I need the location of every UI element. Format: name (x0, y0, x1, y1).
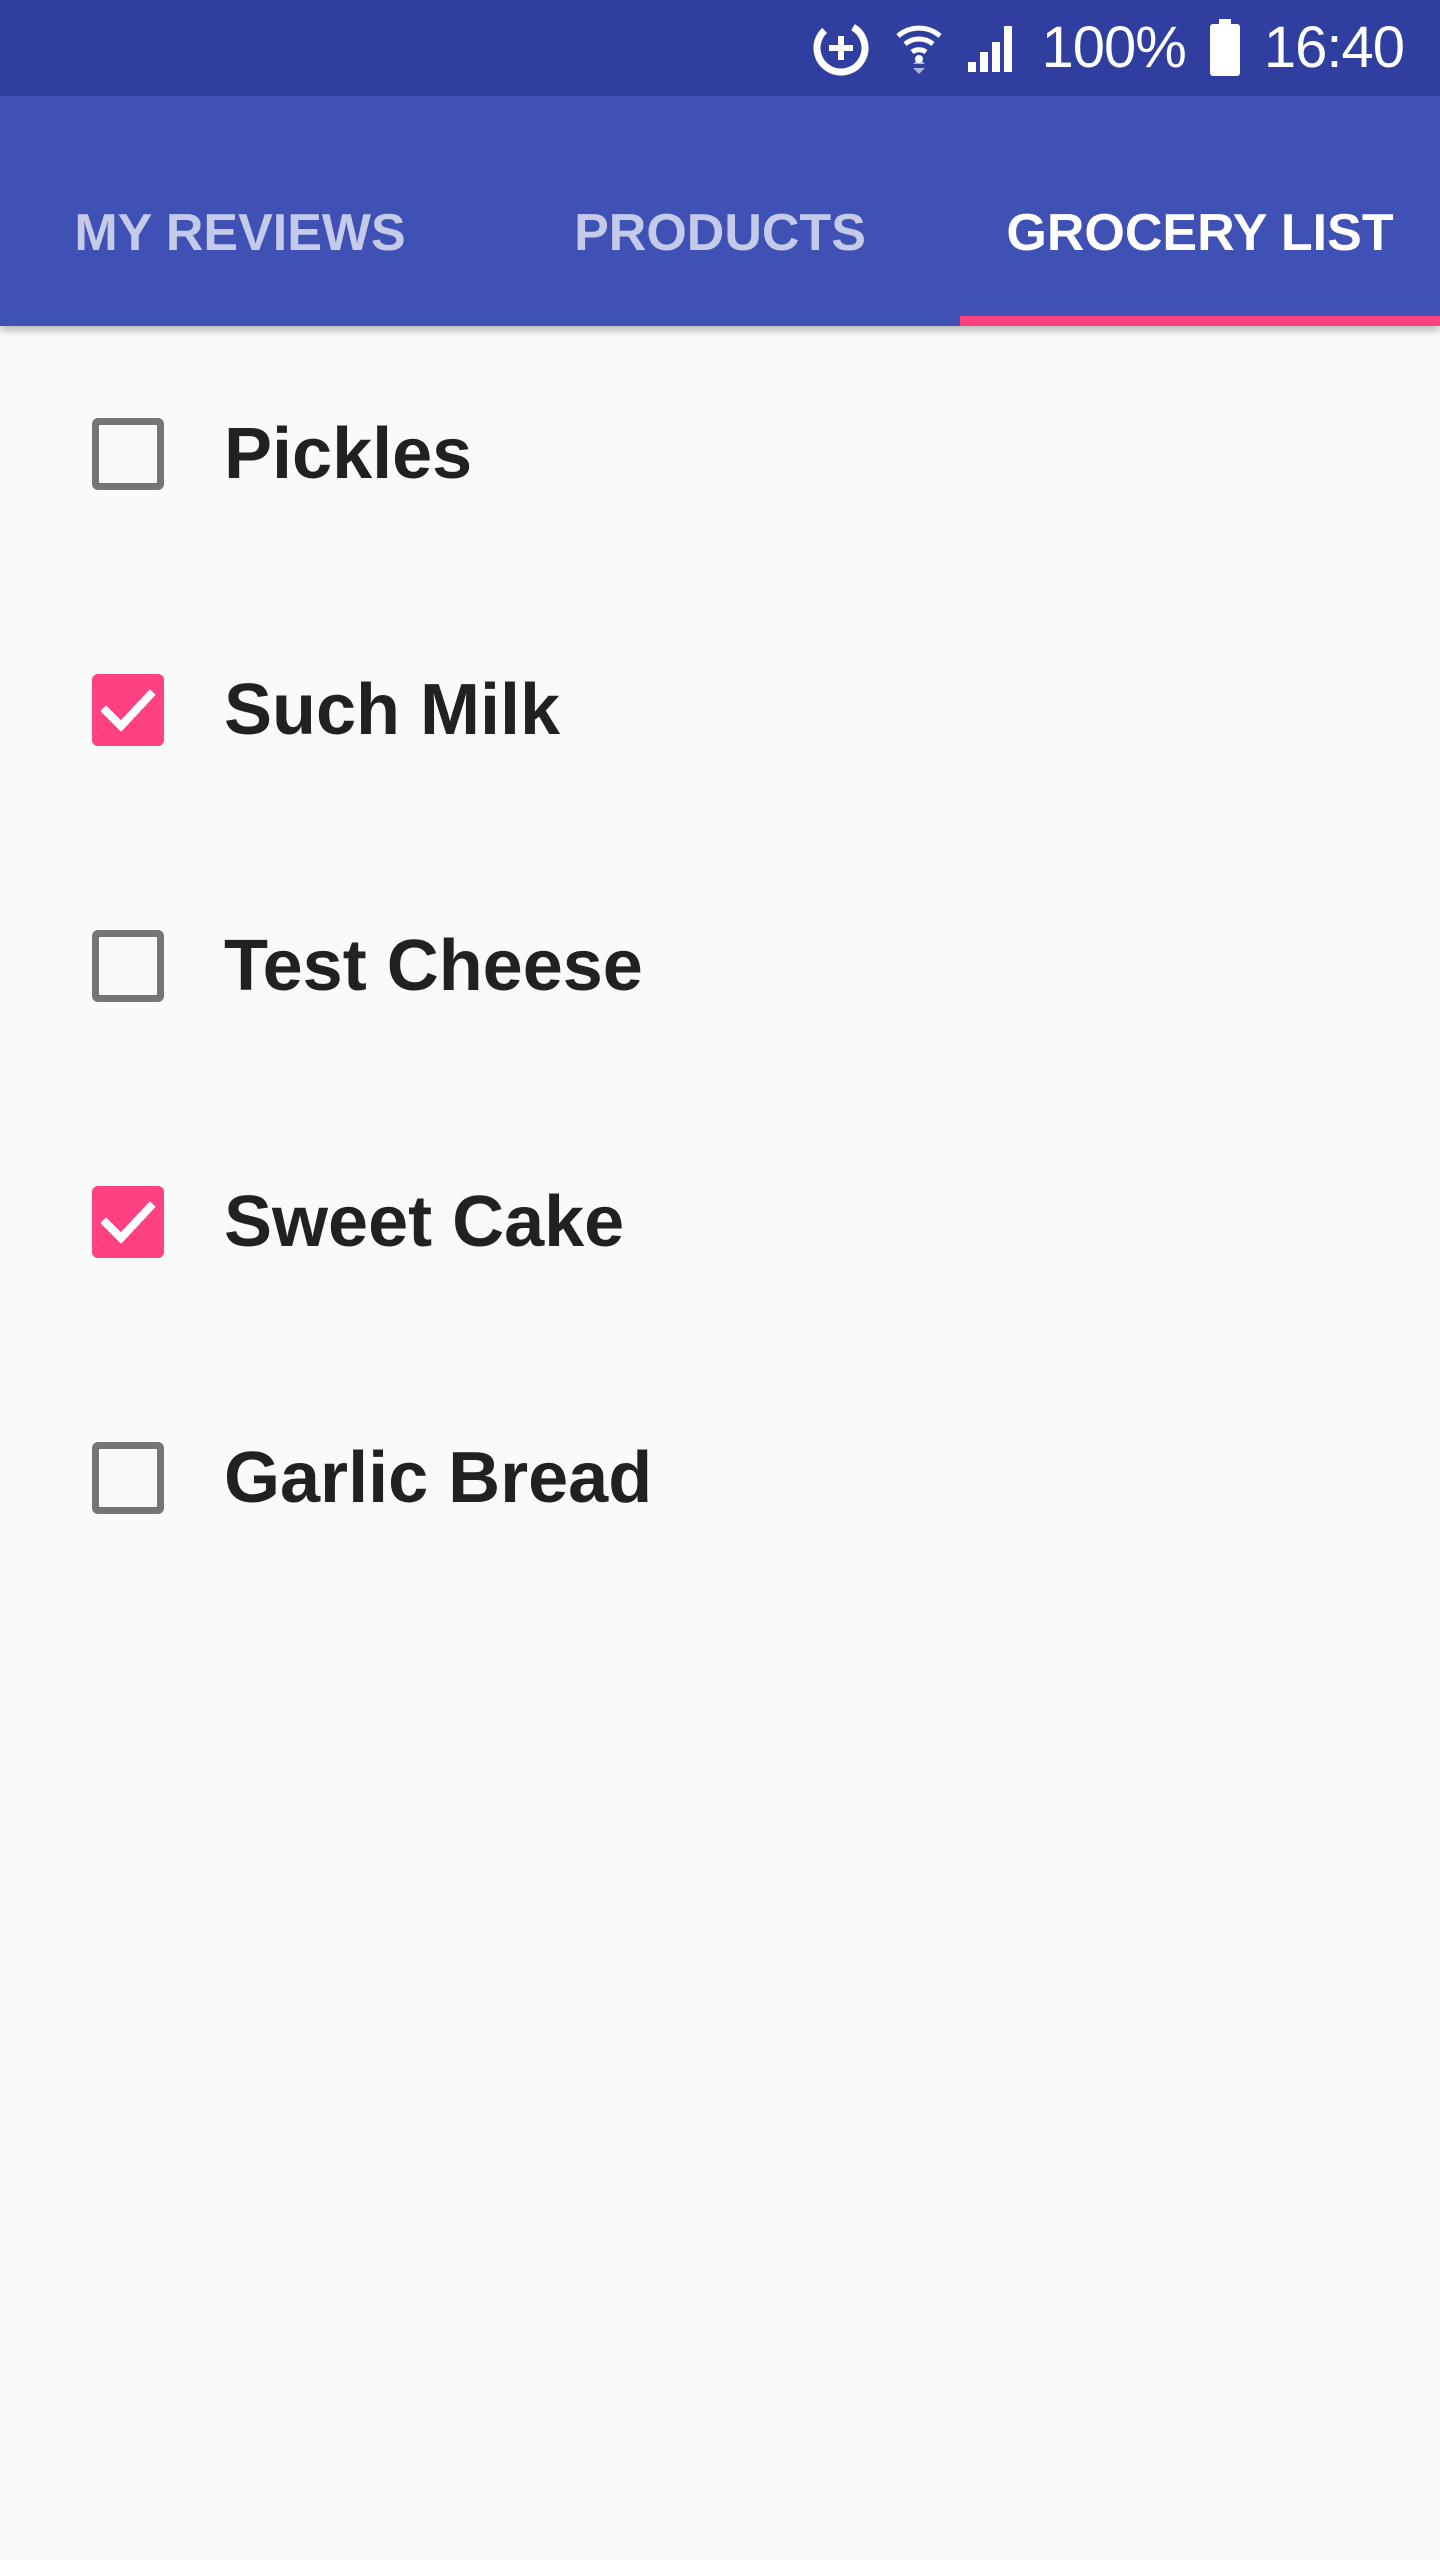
checkmark-icon (100, 689, 156, 732)
status-bar: 100% 16:40 (0, 0, 1440, 96)
checkbox[interactable] (92, 1442, 164, 1514)
list-item[interactable]: Such Milk (0, 582, 1440, 838)
tab-my-reviews[interactable]: MY REVIEWS (0, 96, 480, 326)
list-item[interactable]: Sweet Cake (0, 1094, 1440, 1350)
item-label: Pickles (224, 414, 473, 494)
tab-bar: MY REVIEWS PRODUCTS GROCERY LIST (0, 96, 1440, 326)
list-item[interactable]: Test Cheese (0, 838, 1440, 1094)
checkbox[interactable] (92, 418, 164, 490)
signal-icon (966, 22, 1020, 74)
item-label: Sweet Cake (224, 1182, 625, 1262)
tab-products[interactable]: PRODUCTS (480, 96, 960, 326)
item-label: Such Milk (224, 670, 561, 750)
battery-percent: 100% (1041, 15, 1187, 80)
battery-icon (1208, 19, 1242, 77)
wifi-icon (894, 20, 944, 76)
tab-indicator (960, 316, 1440, 326)
status-icons: 100% 16:40 (810, 0, 1405, 96)
list-item[interactable]: Pickles (0, 326, 1440, 582)
checkbox[interactable] (92, 930, 164, 1002)
item-label: Garlic Bread (224, 1438, 653, 1518)
list-item[interactable]: Garlic Bread (0, 1350, 1440, 1606)
checkbox[interactable] (92, 1186, 164, 1258)
tab-grocery-list[interactable]: GROCERY LIST (960, 96, 1440, 326)
data-saver-icon (810, 17, 872, 79)
checkmark-icon (100, 1201, 156, 1244)
item-label: Test Cheese (224, 926, 643, 1006)
clock: 16:40 (1263, 15, 1405, 80)
checkbox[interactable] (92, 674, 164, 746)
